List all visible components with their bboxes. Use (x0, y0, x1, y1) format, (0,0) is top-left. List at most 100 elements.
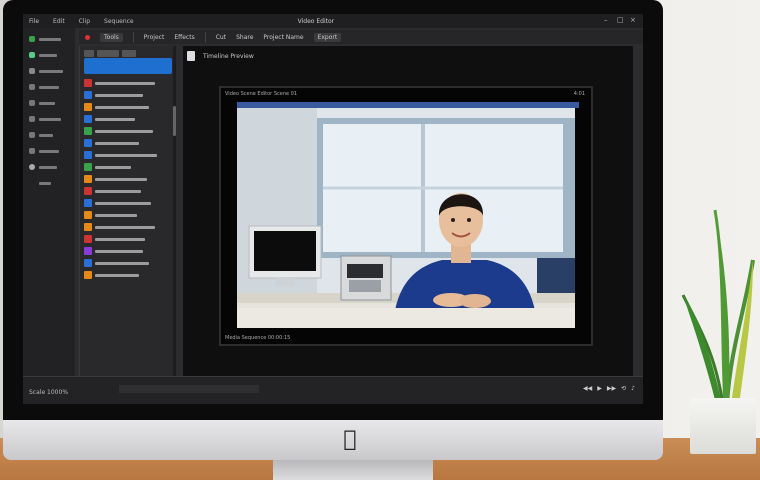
window-controls: – □ × (604, 17, 637, 24)
layer-row[interactable] (84, 198, 172, 208)
window-title: Video Editor (297, 17, 335, 25)
layer-label (95, 153, 157, 157)
editor-screen: File Edit Clip Sequence Video Editor – □… (23, 14, 643, 404)
minimize-icon[interactable]: – (604, 17, 611, 24)
toolbar-effects[interactable]: Effects (174, 34, 194, 41)
play-icon[interactable]: ▶ (597, 385, 602, 392)
title-icon (29, 148, 35, 154)
preview-viewport: Timeline Preview Video Scene Editor Scen… (183, 46, 633, 376)
layer-row[interactable] (84, 90, 172, 100)
panel-header-tab[interactable] (84, 50, 94, 57)
rewind-icon[interactable]: ◀◀ (583, 385, 592, 392)
rail-item[interactable] (29, 34, 69, 44)
layer-row[interactable] (84, 222, 172, 232)
layer-row[interactable] (84, 114, 172, 124)
timeline-scale-label: Scale 1000% (29, 389, 69, 396)
record-icon[interactable] (85, 34, 90, 40)
playback-controls: ◀◀ ▶ ▶▶ ⟲ ♪ (583, 385, 635, 392)
layer-swatch (84, 163, 92, 171)
rail-item-label (39, 165, 57, 169)
layer-swatch (84, 127, 92, 135)
rail-item[interactable] (29, 82, 69, 92)
viewport-mode-icon[interactable] (187, 51, 195, 61)
rail-item-label (39, 85, 59, 89)
rail-item[interactable] (29, 178, 69, 188)
toolbar-separator (132, 32, 134, 42)
toolbar-cut[interactable]: Cut (216, 34, 226, 41)
layer-label (95, 201, 151, 205)
toolbar-project[interactable]: Project (144, 34, 165, 41)
rail-item-label (39, 181, 51, 185)
rail-item[interactable] (29, 162, 69, 172)
rail-item[interactable] (29, 146, 69, 156)
layer-swatch (84, 247, 92, 255)
video-scene[interactable] (237, 108, 575, 328)
layer-row[interactable] (84, 174, 172, 184)
video-frame: Video Scene Editor Scene 01 4:01 Media S… (219, 86, 593, 346)
layer-row[interactable] (84, 150, 172, 160)
layer-row[interactable] (84, 234, 172, 244)
maximize-icon[interactable]: □ (617, 17, 624, 24)
frame-time: 4:01 (573, 91, 585, 97)
rail-item[interactable] (29, 114, 69, 124)
scroll-thumb[interactable] (173, 106, 176, 136)
rail-item-label (39, 117, 61, 121)
layer-label (95, 273, 139, 277)
layer-row[interactable] (84, 126, 172, 136)
rail-item-label (39, 133, 53, 137)
menu-bar: File Edit Clip Sequence Video Editor – □… (23, 14, 643, 28)
layer-row[interactable] (84, 138, 172, 148)
plant-illustration (681, 209, 755, 406)
tool-rail (23, 28, 75, 376)
layer-row[interactable] (84, 162, 172, 172)
plant-pot (690, 398, 756, 454)
folder-icon (29, 36, 35, 42)
layer-row[interactable] (84, 186, 172, 196)
rail-item[interactable] (29, 98, 69, 108)
loop-icon[interactable]: ⟲ (621, 385, 626, 392)
layer-row[interactable] (84, 78, 172, 88)
layer-swatch (84, 79, 92, 87)
timeline-track[interactable] (119, 385, 259, 393)
toolbar-project-name[interactable]: Project Name (263, 34, 303, 41)
layer-row[interactable] (84, 246, 172, 256)
frame-label: Video Scene Editor Scene 01 (225, 91, 298, 97)
toolbar-share[interactable]: Share (236, 34, 253, 41)
settings-icon (29, 164, 35, 170)
panel-header-tab[interactable] (122, 50, 136, 57)
audio-icon[interactable]: ♪ (631, 385, 635, 392)
layer-label (95, 225, 155, 229)
rail-item-label (39, 69, 63, 73)
layer-label (95, 81, 155, 85)
layer-swatch (84, 139, 92, 147)
viewport-header: Timeline Preview (203, 52, 254, 60)
rail-item[interactable] (29, 50, 69, 60)
layers-scrollbar[interactable] (173, 46, 176, 376)
menu-clip[interactable]: Clip (79, 18, 90, 25)
toolbar-export[interactable]: Export (313, 32, 342, 42)
panel-header-tab[interactable] (97, 50, 119, 57)
layer-swatch (84, 115, 92, 123)
layer-swatch (84, 259, 92, 267)
layer-label (95, 249, 143, 253)
layer-swatch (84, 235, 92, 243)
layer-row[interactable] (84, 270, 172, 280)
audio-icon (29, 100, 35, 106)
menu-sequence[interactable]: Sequence (104, 18, 134, 25)
monitor-stand (273, 460, 433, 480)
layer-label (95, 177, 147, 181)
layer-row[interactable] (84, 258, 172, 268)
close-icon[interactable]: × (630, 17, 637, 24)
forward-icon[interactable]: ▶▶ (607, 385, 616, 392)
selected-layer[interactable] (84, 58, 172, 74)
menu-file[interactable]: File (29, 18, 39, 25)
menu-edit[interactable]: Edit (53, 18, 65, 25)
spacer-icon (29, 180, 35, 186)
rail-item[interactable] (29, 66, 69, 76)
apple-logo-icon:  (339, 428, 361, 452)
layer-label (95, 93, 143, 97)
toolbar-tools[interactable]: Tools (100, 32, 123, 42)
rail-item[interactable] (29, 130, 69, 140)
layer-row[interactable] (84, 102, 172, 112)
layer-row[interactable] (84, 210, 172, 220)
